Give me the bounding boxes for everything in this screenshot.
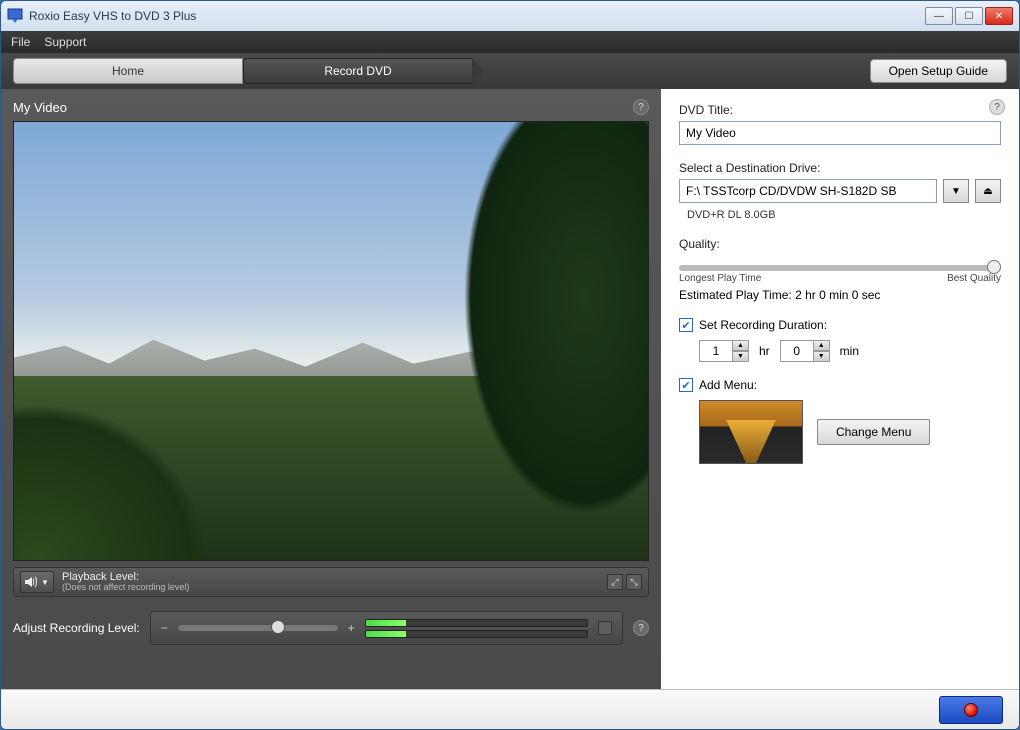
duration-hr-input[interactable] xyxy=(699,340,733,362)
speaker-icon xyxy=(25,576,39,588)
app-window: Roxio Easy VHS to DVD 3 Plus — ☐ ✕ File … xyxy=(0,0,1020,730)
menu-support[interactable]: Support xyxy=(44,35,86,49)
close-button[interactable]: ✕ xyxy=(985,7,1013,25)
hr-unit: hr xyxy=(759,344,770,358)
menu-thumbnail[interactable] xyxy=(699,400,803,464)
eject-button[interactable]: ⏏ xyxy=(975,179,1001,203)
title-bar: Roxio Easy VHS to DVD 3 Plus — ☐ ✕ xyxy=(1,1,1019,31)
meter-toggle[interactable] xyxy=(598,621,612,635)
recording-level-slider[interactable] xyxy=(178,625,338,631)
addmenu-label: Add Menu: xyxy=(699,378,757,392)
menu-file[interactable]: File xyxy=(11,35,30,49)
addmenu-checkbox[interactable] xyxy=(679,378,693,392)
quality-max-label: Best Quality xyxy=(947,273,1001,284)
level-meter-left xyxy=(365,619,588,627)
maximize-button[interactable]: ☐ xyxy=(955,7,983,25)
tab-row: Home Record DVD Open Setup Guide xyxy=(1,53,1019,89)
adjust-recording-label: Adjust Recording Level: xyxy=(13,621,140,635)
quality-min-label: Longest Play Time xyxy=(679,273,761,284)
help-icon[interactable]: ? xyxy=(989,99,1005,115)
destination-label: Select a Destination Drive: xyxy=(679,161,1001,175)
duration-label: Set Recording Duration: xyxy=(699,318,827,332)
duration-checkbox[interactable] xyxy=(679,318,693,332)
video-title: My Video xyxy=(13,100,67,115)
open-setup-guide-button[interactable]: Open Setup Guide xyxy=(870,59,1007,83)
tab-home[interactable]: Home xyxy=(13,58,243,84)
help-icon[interactable]: ? xyxy=(633,99,649,115)
footer-bar xyxy=(1,689,1019,729)
window-title: Roxio Easy VHS to DVD 3 Plus xyxy=(29,9,925,23)
playback-text: Playback Level: (Does not affect recordi… xyxy=(62,571,189,593)
collapse-icon[interactable]: ⤡ xyxy=(626,574,642,590)
tab-record-dvd[interactable]: Record DVD xyxy=(243,58,473,84)
volume-button[interactable]: ▼ xyxy=(20,571,54,593)
media-info: DVD+R DL 8.0GB xyxy=(687,209,1001,221)
quality-label: Quality: xyxy=(679,237,1001,251)
hr-up-button[interactable]: ▲ xyxy=(733,340,749,351)
playback-bar: ▼ Playback Level: (Does not affect recor… xyxy=(13,567,649,597)
dvd-title-input[interactable] xyxy=(679,121,1001,145)
minimize-button[interactable]: — xyxy=(925,7,953,25)
expand-icon[interactable]: ⤢ xyxy=(607,574,623,590)
min-unit: min xyxy=(840,344,859,358)
dvd-title-label: DVD Title: xyxy=(679,103,1001,117)
eject-icon: ⏏ xyxy=(983,186,992,197)
video-preview xyxy=(13,121,649,561)
menu-bar: File Support xyxy=(1,31,1019,53)
hr-down-button[interactable]: ▼ xyxy=(733,351,749,362)
quality-slider[interactable] xyxy=(679,265,1001,271)
level-meter-right xyxy=(365,630,588,638)
help-icon[interactable]: ? xyxy=(633,620,649,636)
plus-icon[interactable]: + xyxy=(348,621,355,635)
app-icon xyxy=(7,8,23,24)
playback-note: (Does not affect recording level) xyxy=(62,583,189,593)
est-label: Estimated Play Time: xyxy=(679,288,792,302)
minus-icon[interactable]: − xyxy=(161,621,168,635)
recording-level-row: Adjust Recording Level: − + ? xyxy=(13,611,649,645)
settings-pane: ? DVD Title: Select a Destination Drive:… xyxy=(661,89,1019,689)
content: My Video ? ▼ Playback Level: (Does not a… xyxy=(1,89,1019,689)
dropdown-button[interactable]: ▼ xyxy=(943,179,969,203)
change-menu-button[interactable]: Change Menu xyxy=(817,419,930,445)
est-value: 2 hr 0 min 0 sec xyxy=(795,288,880,302)
window-buttons: — ☐ ✕ xyxy=(925,7,1013,25)
duration-min-input[interactable] xyxy=(780,340,814,362)
level-meters xyxy=(365,619,588,638)
preview-pane: My Video ? ▼ Playback Level: (Does not a… xyxy=(1,89,661,689)
destination-select[interactable]: F:\ TSSTcorp CD/DVDW SH-S182D SB xyxy=(679,179,937,203)
min-down-button[interactable]: ▼ xyxy=(814,351,830,362)
min-up-button[interactable]: ▲ xyxy=(814,340,830,351)
record-button[interactable] xyxy=(939,696,1003,724)
record-icon xyxy=(964,703,978,717)
